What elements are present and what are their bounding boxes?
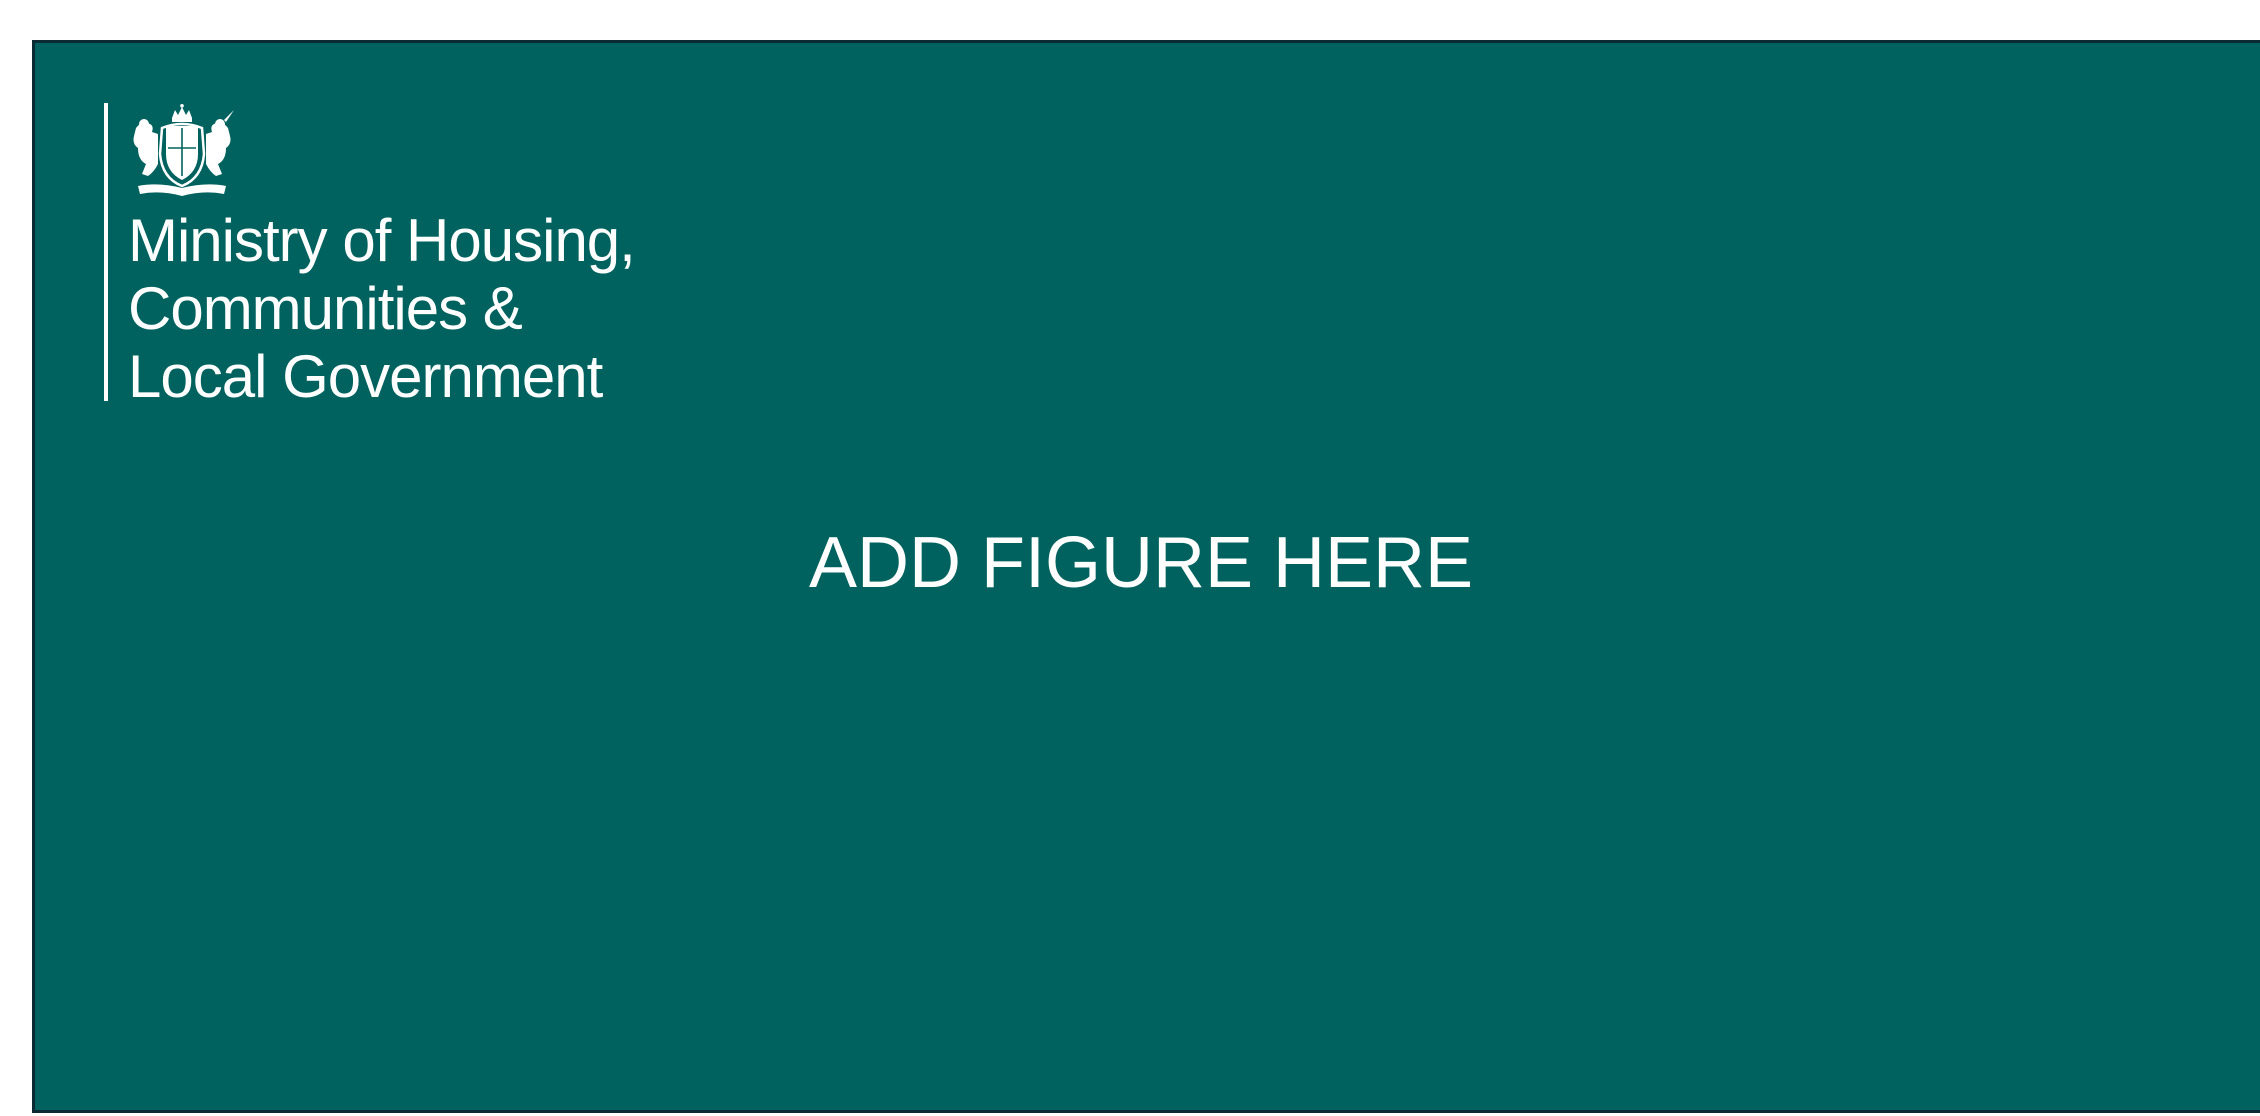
org-name: Ministry of Housing, Communities & Local… [128,207,636,411]
org-name-line-1: Ministry of Housing, [128,207,636,274]
org-name-line-2: Communities & [128,275,523,342]
royal-coat-of-arms-icon [133,104,234,196]
figure-panel: Ministry of Housing, Communities & Local… [32,40,2260,1113]
org-name-line-3: Local Government [128,343,603,410]
figure-placeholder-text: ADD FIGURE HERE [809,523,1474,603]
logo-divider [104,103,108,401]
